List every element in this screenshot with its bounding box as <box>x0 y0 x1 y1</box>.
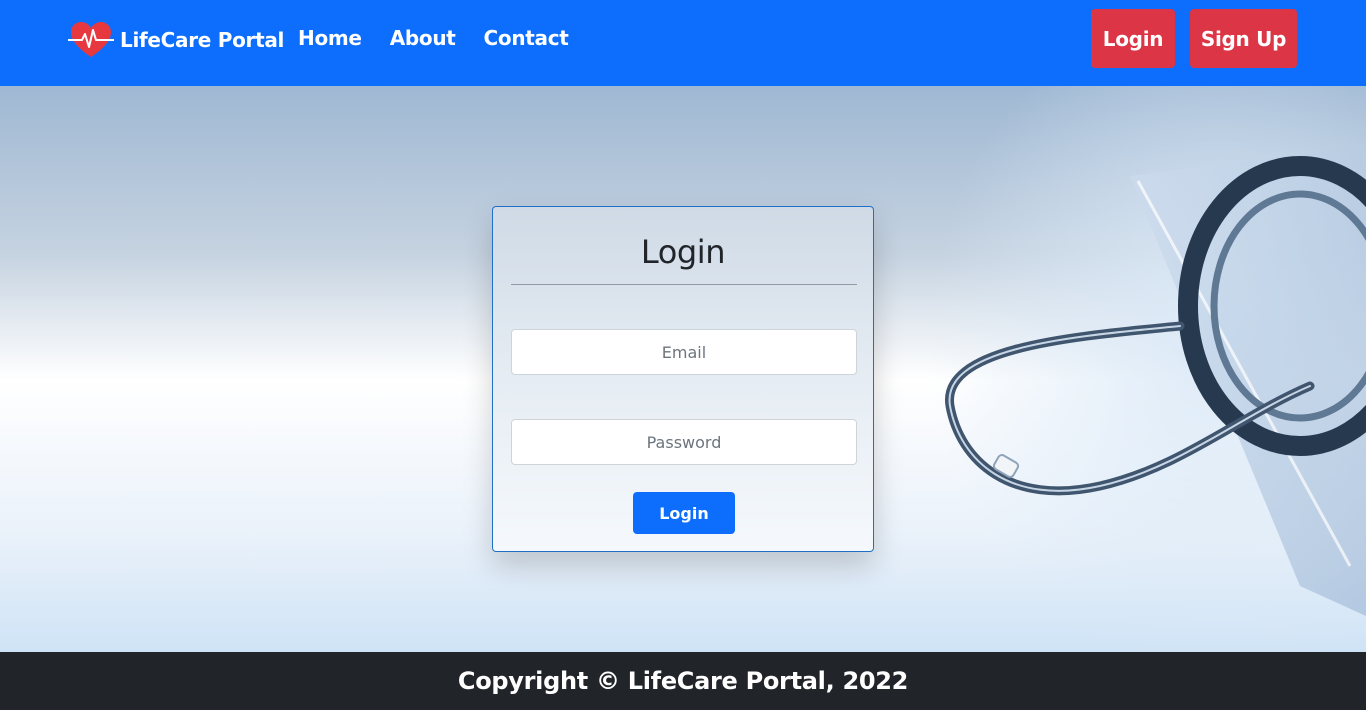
footer-copyright: Copyright © LifeCare Portal, 2022 <box>457 667 909 695</box>
nav-login-button[interactable]: Login <box>1091 9 1175 68</box>
heart-pulse-icon <box>68 20 114 60</box>
nav-link-home[interactable]: Home <box>298 26 362 50</box>
brand-name: LifeCare Portal <box>120 28 285 52</box>
title-divider <box>511 284 857 285</box>
nav-link-about[interactable]: About <box>390 26 456 50</box>
login-card: Login Login <box>492 206 874 552</box>
nav-signup-button[interactable]: Sign Up <box>1190 9 1297 68</box>
email-field[interactable] <box>511 329 857 375</box>
login-title: Login <box>640 233 726 271</box>
nav-link-contact[interactable]: Contact <box>484 26 569 50</box>
stethoscope-image <box>880 86 1366 652</box>
login-submit-button[interactable]: Login <box>633 492 735 534</box>
password-field[interactable] <box>511 419 857 465</box>
top-navbar: LifeCare Portal Home About Contact Login… <box>0 0 1366 86</box>
brand[interactable]: LifeCare Portal <box>68 20 284 60</box>
footer: Copyright © LifeCare Portal, 2022 <box>0 652 1366 710</box>
nav-links: Home About Contact <box>298 26 597 50</box>
